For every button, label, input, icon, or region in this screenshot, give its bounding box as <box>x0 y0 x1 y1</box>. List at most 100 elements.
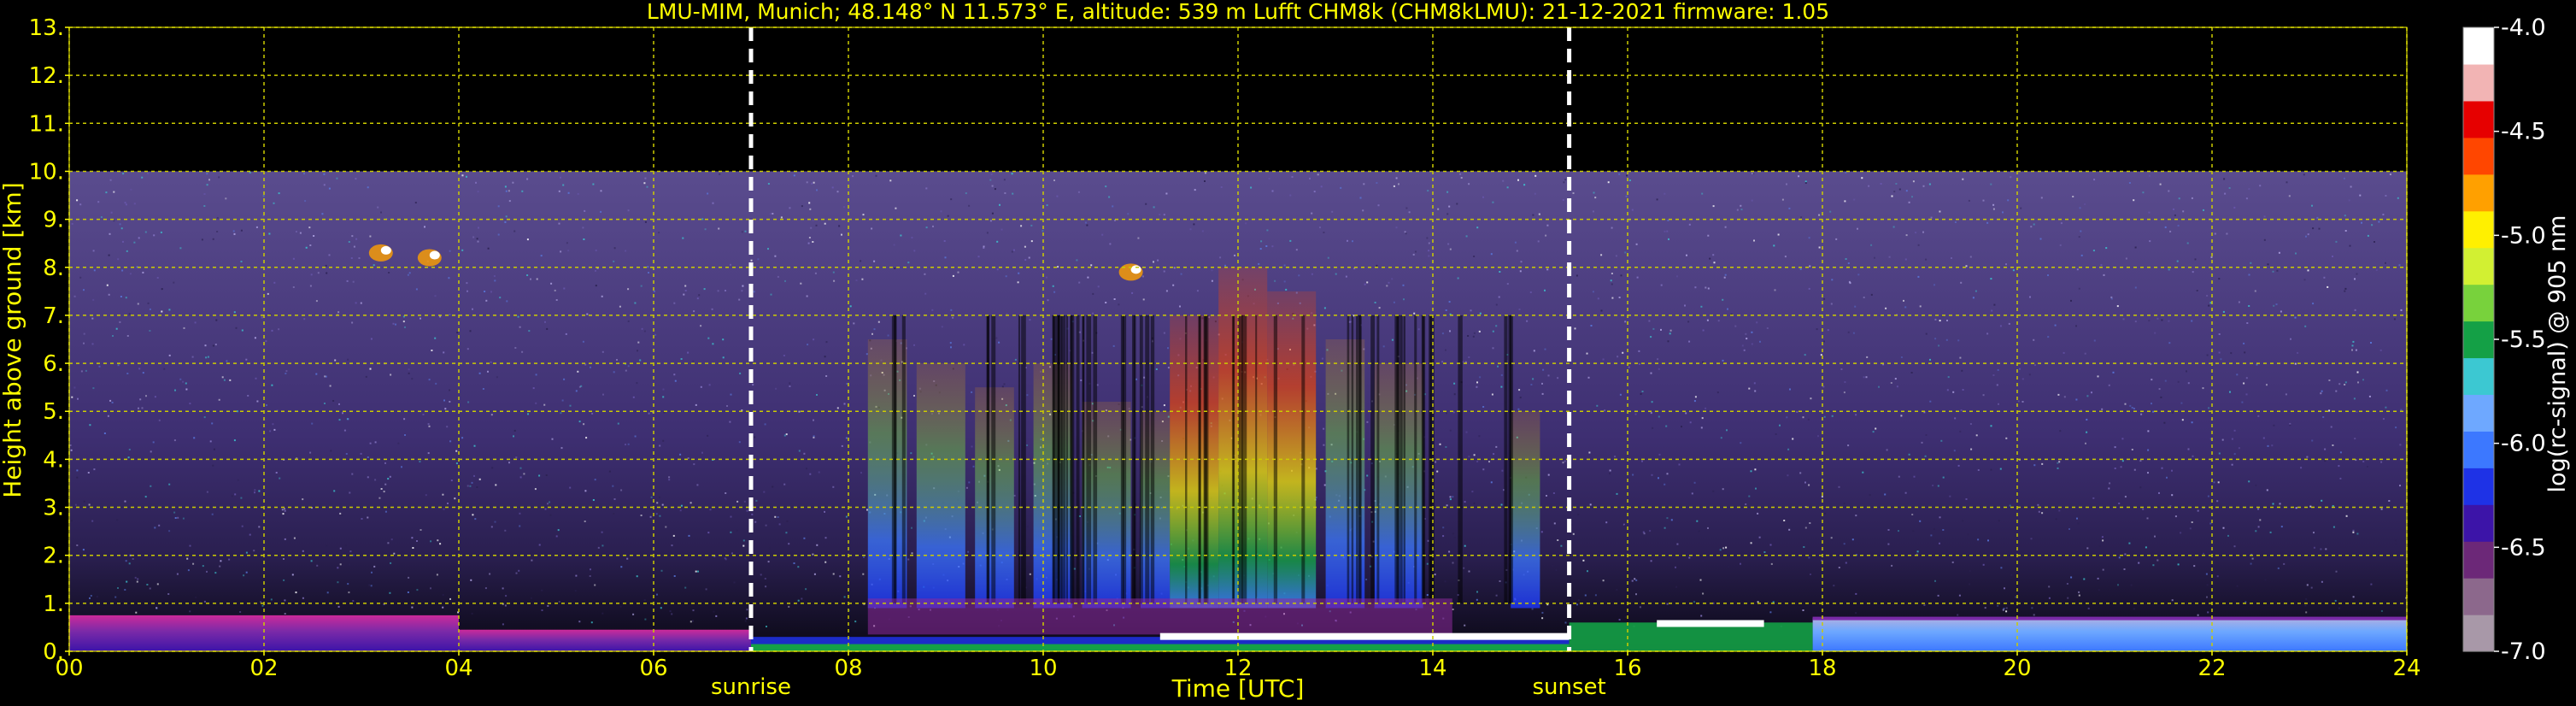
noise-speck <box>2343 177 2345 179</box>
noise-speck <box>2177 380 2180 383</box>
noise-speck <box>1766 327 1769 329</box>
noise-speck <box>2164 379 2167 382</box>
noise-speck <box>401 466 402 468</box>
noise-speck <box>1499 271 1501 273</box>
noise-speck <box>2160 396 2162 398</box>
noise-speck <box>1959 430 1962 432</box>
noise-speck <box>1934 318 1937 321</box>
noise-speck <box>967 550 970 553</box>
noise-speck <box>1080 379 1083 381</box>
noise-speck <box>2148 320 2151 322</box>
noise-speck <box>137 578 139 580</box>
noise-speck <box>299 232 302 234</box>
noise-speck <box>632 613 635 615</box>
noise-speck <box>613 498 616 500</box>
noise-speck <box>2134 286 2137 289</box>
noise-speck <box>1722 298 1724 301</box>
noise-speck <box>490 361 492 363</box>
noise-speck <box>439 315 442 318</box>
noise-speck <box>1904 258 1907 261</box>
noise-speck <box>1001 385 1004 388</box>
noise-speck <box>1951 257 1952 259</box>
noise-speck <box>887 334 889 337</box>
noise-speck <box>2112 371 2115 374</box>
noise-speck <box>907 262 910 264</box>
noise-speck <box>186 557 189 560</box>
noise-speck <box>477 240 479 243</box>
noise-speck <box>1053 179 1055 181</box>
noise-speck <box>637 350 638 352</box>
noise-speck <box>2356 273 2358 275</box>
noise-speck <box>1913 475 1916 478</box>
noise-speck <box>2393 318 2396 321</box>
noise-speck <box>816 394 818 396</box>
noise-speck <box>1495 445 1498 448</box>
noise-speck <box>1957 339 1960 342</box>
noise-speck <box>1701 417 1704 420</box>
noise-speck <box>85 369 87 372</box>
noise-speck <box>2084 203 2086 205</box>
noise-speck <box>730 515 732 518</box>
noise-speck <box>1796 410 1799 413</box>
noise-speck <box>812 553 814 556</box>
noise-speck <box>2177 225 2180 227</box>
noise-speck <box>1968 199 1970 202</box>
noise-speck <box>2313 532 2315 534</box>
noise-speck <box>1990 468 1992 471</box>
noise-speck <box>271 384 273 386</box>
noise-speck <box>1557 539 1559 541</box>
noise-speck <box>132 558 134 560</box>
noise-speck <box>128 562 131 565</box>
noise-speck <box>442 606 444 609</box>
noise-speck <box>1986 332 1989 335</box>
noise-speck <box>2159 183 2162 185</box>
noise-speck <box>1444 580 1446 583</box>
noise-speck <box>390 374 392 376</box>
noise-speck <box>1720 437 1722 439</box>
noise-speck <box>108 254 110 256</box>
noise-speck <box>1657 358 1659 361</box>
noise-speck <box>1648 320 1651 322</box>
noise-speck <box>282 513 285 515</box>
noise-speck <box>168 309 171 311</box>
noise-speck <box>1999 325 2002 327</box>
noise-speck <box>482 388 484 390</box>
noise-speck <box>1919 520 1922 522</box>
noise-speck <box>2085 442 2086 444</box>
noise-speck <box>2133 199 2135 202</box>
noise-speck <box>484 266 486 268</box>
noise-speck <box>772 213 774 215</box>
noise-speck <box>656 502 659 504</box>
noise-speck <box>1076 259 1078 262</box>
noise-speck <box>273 202 275 204</box>
noise-speck <box>2378 221 2380 223</box>
noise-speck <box>577 370 579 373</box>
noise-speck <box>1939 320 1941 322</box>
noise-speck <box>1165 290 1168 292</box>
noise-speck <box>793 174 795 177</box>
noise-speck <box>125 297 127 299</box>
noise-speck <box>643 599 646 602</box>
noise-speck <box>2097 577 2099 580</box>
noise-speck <box>1029 319 1031 321</box>
noise-speck <box>1698 530 1700 532</box>
noise-speck <box>836 191 839 193</box>
x-tick-label: 22 <box>2198 656 2226 681</box>
noise-speck <box>991 185 994 187</box>
noise-speck <box>2251 557 2254 560</box>
noise-speck <box>515 456 518 459</box>
noise-speck <box>2356 532 2359 535</box>
noise-speck <box>1658 477 1659 479</box>
noise-speck <box>189 544 191 547</box>
noise-speck <box>240 497 243 499</box>
noise-speck <box>708 384 711 386</box>
noise-speck <box>2352 531 2355 533</box>
noise-speck <box>2041 462 2044 465</box>
noise-speck <box>2323 276 2326 279</box>
noise-speck <box>2191 521 2193 523</box>
noise-speck <box>1753 382 1756 385</box>
noise-speck <box>1545 234 1547 237</box>
noise-speck <box>971 445 973 448</box>
noise-speck <box>1476 598 1478 601</box>
noise-speck <box>388 272 390 274</box>
